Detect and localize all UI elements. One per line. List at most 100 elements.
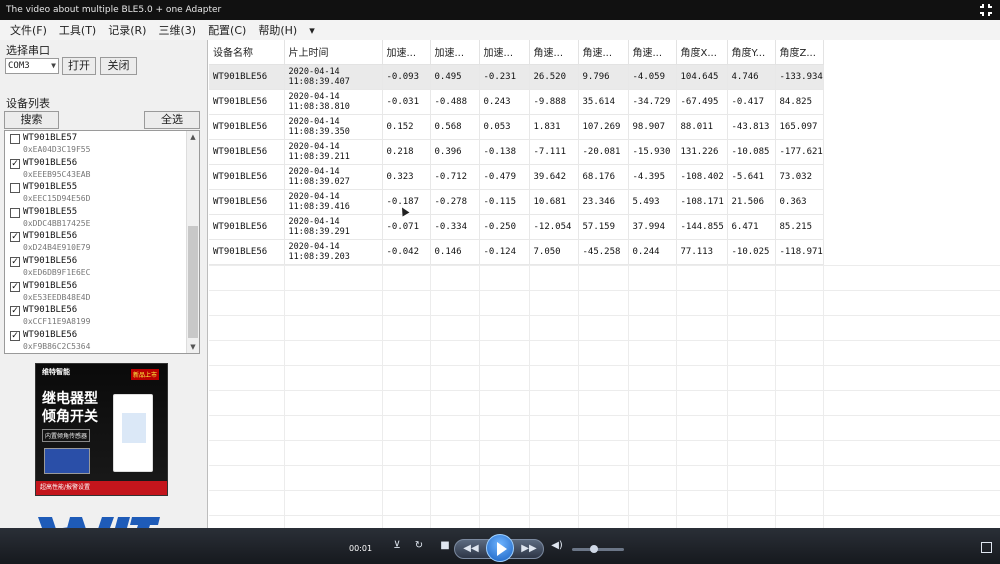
column-header[interactable]: 角速...	[529, 40, 579, 65]
column-header[interactable]: 加速...	[382, 40, 431, 65]
rewind-icon[interactable]: ◀◀	[460, 540, 482, 558]
cell-value: 21.506	[727, 189, 776, 215]
cell-value: -0.712	[430, 164, 480, 190]
cell-value: 35.614	[578, 89, 629, 115]
device-checkbox[interactable]: ✓	[10, 330, 20, 341]
cell-date: 2020-04-14	[288, 241, 340, 252]
column-header[interactable]: 加速...	[479, 40, 530, 65]
table-row[interactable]: WT901BLE56 2020-04-14 11:08:38.810 -0.031 -0…	[209, 89, 824, 115]
device-checkbox[interactable]: ✓	[10, 257, 20, 267]
cell-value: -10.025	[727, 239, 776, 265]
column-header[interactable]: 角度Y...	[727, 40, 776, 65]
cell-value: -0.479	[479, 164, 530, 190]
column-header[interactable]: 角度Z...	[775, 40, 824, 65]
column-header[interactable]: 角速...	[578, 40, 629, 65]
device-checkbox[interactable]: ✓	[10, 232, 20, 243]
device-list-item[interactable]: ✓ WT901BLE56 0xD24B4E910E79	[7, 230, 185, 255]
menu-config[interactable]: 配置(C)	[202, 22, 252, 38]
column-header[interactable]: 设备名称	[209, 40, 285, 65]
table-row[interactable]: WT901BLE56 2020-04-14 11:08:39.407 -0.093 0.…	[209, 64, 824, 90]
subtitle-icon[interactable]: ⊻	[390, 537, 404, 555]
cell-time: 11:08:39.350	[288, 126, 350, 137]
cell-device-name: WT901BLE56	[209, 214, 285, 240]
cell-value: -34.729	[628, 89, 677, 115]
cell-device-name: WT901BLE56	[209, 89, 285, 115]
device-list-item[interactable]: WT901BLE55 0xEEC15D94E56D	[7, 181, 185, 206]
device-checkbox[interactable]: ✓	[10, 306, 20, 317]
column-header[interactable]: 片上时间	[284, 40, 383, 65]
cell-value: 0.243	[479, 89, 530, 115]
product-switch-image	[113, 394, 153, 472]
menu-bar: 文件(F) 工具(T) 记录(R) 三维(3) 配置(C) 帮助(H) ▾	[0, 20, 1000, 40]
scroll-down-icon[interactable]: ▼	[187, 341, 199, 353]
table-row[interactable]: WT901BLE56 2020-04-14 11:08:39.027 0.323 -0.…	[209, 164, 824, 190]
cell-chip-time: 2020-04-14 11:08:39.203	[284, 239, 383, 265]
volume-icon[interactable]: ◀)	[550, 537, 564, 555]
table-row[interactable]: WT901BLE56 2020-04-14 11:08:39.291 -0.071 -0…	[209, 214, 824, 240]
table-row[interactable]: WT901BLE56 2020-04-14 11:08:39.211 0.218 0.3…	[209, 139, 824, 165]
repeat-icon[interactable]: ↻	[412, 537, 426, 555]
cell-value: -108.171	[676, 189, 728, 215]
product-title-line2: 倾角开关	[42, 409, 98, 425]
cell-value: -4.059	[628, 64, 677, 90]
cell-value: 0.218	[382, 139, 431, 165]
cell-chip-time: 2020-04-14 11:08:39.027	[284, 164, 383, 190]
cell-value: -118.971	[775, 239, 824, 265]
menu-record[interactable]: 记录(R)	[102, 22, 152, 38]
cell-value: -12.054	[529, 214, 579, 240]
device-name: WT901BLE56	[23, 231, 78, 242]
play-button[interactable]	[486, 534, 514, 562]
table-row[interactable]: WT901BLE56 2020-04-14 11:08:39.203 -0.042 0.…	[209, 239, 824, 265]
fast-forward-icon[interactable]: ▶▶	[518, 540, 540, 558]
column-header[interactable]: 角度X...	[676, 40, 728, 65]
com-port-select[interactable]: COM3 ▼	[5, 58, 59, 74]
menu-tools[interactable]: 工具(T)	[53, 22, 102, 38]
cell-value: 4.746	[727, 64, 776, 90]
column-header[interactable]: 角速...	[628, 40, 677, 65]
device-mac: 0xEEC15D94E56D	[23, 194, 91, 204]
fullscreen-corners-icon[interactable]	[980, 4, 992, 16]
select-all-button[interactable]: 全选	[144, 111, 200, 129]
column-header[interactable]: 加速...	[430, 40, 480, 65]
menu-more-icon[interactable]: ▾	[303, 24, 321, 37]
cell-device-name: WT901BLE56	[209, 139, 285, 165]
device-mac: 0xF9B86C2C5364	[23, 341, 91, 351]
device-list-item[interactable]: ✓ WT901BLE56 0xE53EEDB48E4D	[7, 280, 185, 305]
scroll-up-icon[interactable]: ▲	[187, 131, 199, 143]
open-button[interactable]: 打开	[62, 57, 96, 75]
cell-value: -4.395	[628, 164, 677, 190]
device-checkbox[interactable]	[10, 207, 20, 218]
scroll-thumb[interactable]	[188, 226, 198, 338]
cell-value: -10.085	[727, 139, 776, 165]
volume-thumb[interactable]	[590, 545, 598, 553]
fullscreen-icon[interactable]	[981, 542, 992, 553]
table-row[interactable]: WT901BLE56 2020-04-14 11:08:39.350 0.152 0.5…	[209, 114, 824, 140]
device-list-item[interactable]: ✓ WT901BLE56 0xEEEB95C43EAB	[7, 157, 185, 182]
cell-value: 107.269	[578, 114, 629, 140]
cell-value: -144.855	[676, 214, 728, 240]
device-checkbox[interactable]: ✓	[10, 281, 20, 292]
menu-3d[interactable]: 三维(3)	[152, 22, 202, 38]
device-list-item[interactable]: ✓ WT901BLE56 0xED6DB9F1E6EC	[7, 255, 185, 280]
device-list-item[interactable]: WT901BLE55 0xDDC4BB17425E	[7, 206, 185, 231]
volume-slider[interactable]	[572, 548, 624, 551]
device-list-item[interactable]: WT901BLE57 0xEA04D3C19F55	[7, 132, 185, 157]
cell-date: 2020-04-14	[288, 91, 340, 102]
menu-file[interactable]: 文件(F)	[4, 22, 53, 38]
device-mac: 0xEA04D3C19F55	[23, 145, 91, 154]
cell-value: 0.396	[430, 139, 480, 165]
close-button[interactable]: 关闭	[100, 57, 137, 75]
device-checkbox[interactable]	[10, 183, 20, 194]
menu-help[interactable]: 帮助(H)	[252, 22, 303, 38]
device-list-scrollbar[interactable]: ▲ ▼	[186, 131, 199, 353]
com-port-value: COM3	[8, 61, 30, 71]
search-button[interactable]: 搜索	[4, 111, 59, 129]
cell-value: 0.568	[430, 114, 480, 140]
device-checkbox[interactable]: ✓	[10, 158, 20, 169]
table-row[interactable]: WT901BLE56 2020-04-14 11:08:39.416 -0.187 -0…	[209, 189, 824, 215]
stop-icon[interactable]: ■	[438, 537, 452, 555]
device-checkbox[interactable]	[10, 134, 20, 144]
device-list-item[interactable]: ✓ WT901BLE56 0xCCF11E9A8199	[7, 304, 185, 329]
device-list-item[interactable]: ✓ WT901BLE56 0xF9B86C2C5364	[7, 329, 185, 353]
cell-device-name: WT901BLE56	[209, 164, 285, 190]
